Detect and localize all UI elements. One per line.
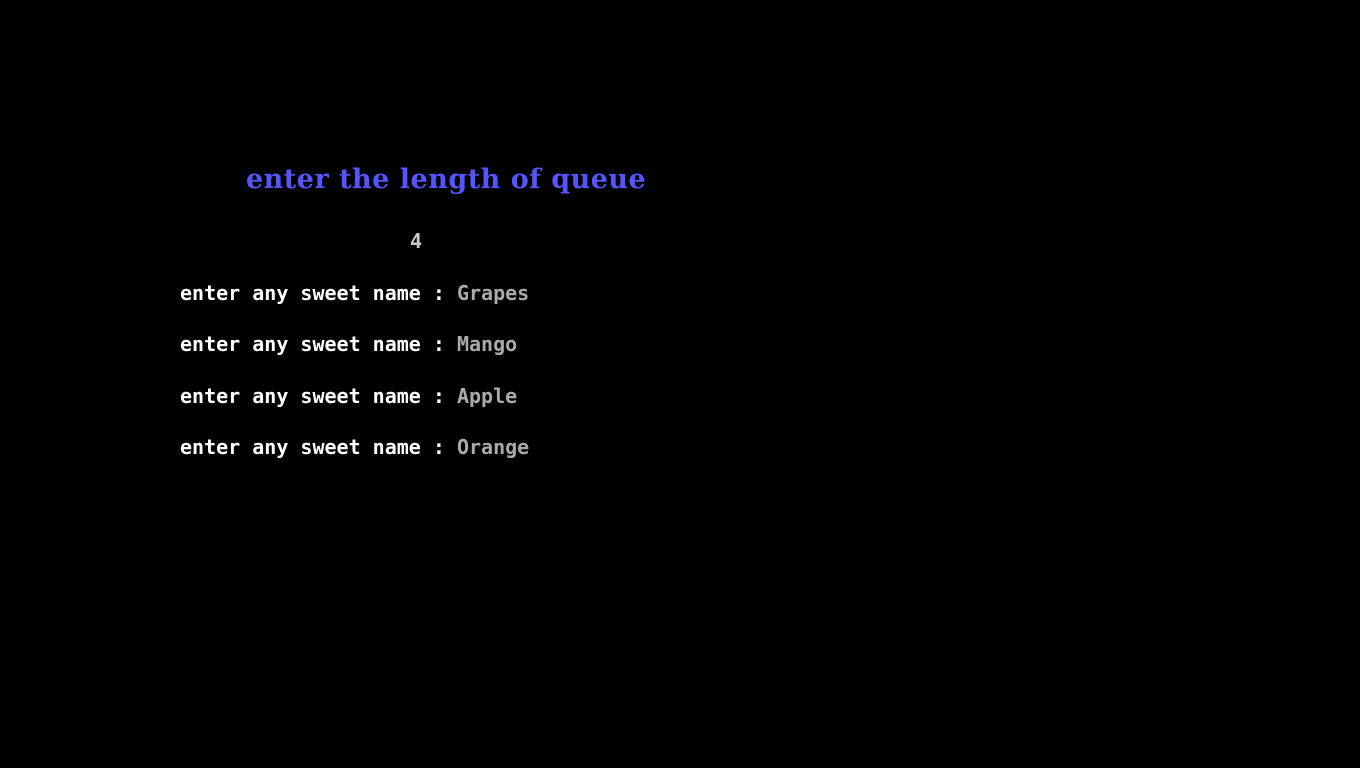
sweet-entry-line: enter any sweet name : Grapes: [180, 280, 529, 306]
sweet-input-value: Apple: [456, 384, 518, 408]
queue-length-prompt: enter the length of queue: [246, 164, 647, 195]
sweet-entry-line: enter any sweet name : Apple: [180, 383, 517, 409]
sweet-prompt-label: enter any sweet name :: [180, 281, 457, 305]
sweet-input-value: Grapes: [456, 281, 530, 305]
sweet-input-value: Mango: [456, 332, 518, 356]
sweet-entry-line: enter any sweet name : Orange: [180, 434, 529, 460]
sweet-prompt-label: enter any sweet name :: [180, 332, 457, 356]
queue-length-input: 4: [410, 229, 423, 253]
sweet-input-value: Orange: [456, 435, 530, 459]
sweet-prompt-label: enter any sweet name :: [180, 384, 457, 408]
sweet-entry-line: enter any sweet name : Mango: [180, 331, 517, 357]
console-screen: enter the length of queue 4 enter any sw…: [0, 0, 1360, 768]
sweet-prompt-label: enter any sweet name :: [180, 435, 457, 459]
